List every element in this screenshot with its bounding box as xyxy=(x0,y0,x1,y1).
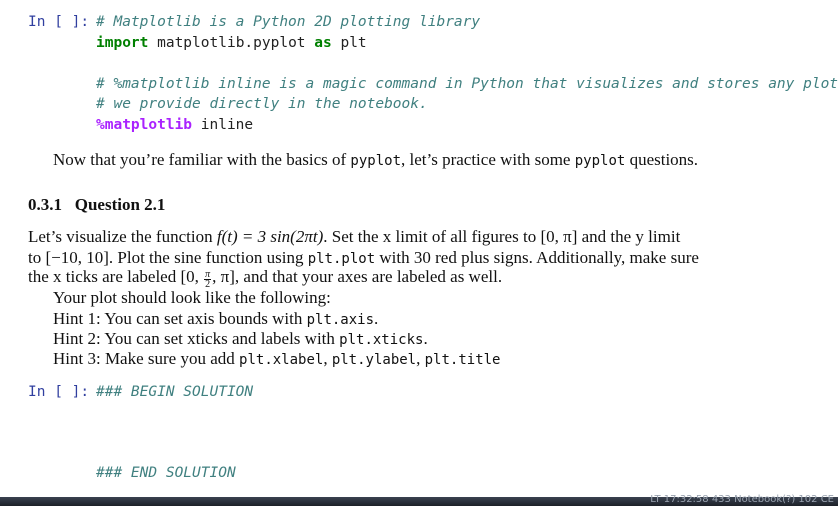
inline-code: plt.ylabel xyxy=(331,352,417,368)
code-comment: # %matplotlib inline is a magic command … xyxy=(96,76,838,92)
code-comment: # we provide directly in the notebook. xyxy=(96,96,428,112)
intro-paragraph: Now that you’re familiar with the basics… xyxy=(53,150,698,170)
hint-2: Hint 2: You can set xticks and labels wi… xyxy=(53,329,428,349)
cell-2-prompt: In [ ]: xyxy=(28,384,90,400)
code-line-4[interactable]: # %matplotlib inline is a magic command … xyxy=(96,76,838,92)
hint-text: . xyxy=(423,329,428,348)
hint-text: Hint 1: You can set axis bounds with xyxy=(53,309,307,328)
inline-code: plt.plot xyxy=(307,251,376,267)
alias-name: plt xyxy=(331,35,367,51)
code-line-begin[interactable]: ### BEGIN SOLUTION xyxy=(96,384,253,400)
question-line-2: to [−10, 10]. Plot the sine function usi… xyxy=(28,248,699,268)
magic-command: %matplotlib xyxy=(96,117,193,133)
question-text: . Plot the sine function using xyxy=(108,248,308,267)
question-text: with 30 red plus signs. Additionally, ma… xyxy=(375,248,699,267)
cell-1-prompt: In [ ]: xyxy=(28,14,90,30)
math-xlim: [0, π] xyxy=(540,227,578,246)
math-xticks-close: , π] xyxy=(212,267,235,286)
inline-code: pyplot xyxy=(574,153,626,169)
hint-text: . xyxy=(374,309,379,328)
keyword-as: as xyxy=(314,35,332,51)
question-text: . Set the x limit of all figures to xyxy=(323,227,541,246)
section-heading: 0.3.1 Question 2.1 xyxy=(28,195,165,215)
math-ylim: [−10, 10] xyxy=(45,248,109,267)
code-line-2[interactable]: import matplotlib.pyplot as plt xyxy=(96,35,367,51)
math-xticks-open: [0, xyxy=(180,267,204,286)
question-text: the x ticks are labeled xyxy=(28,267,181,286)
inline-code: plt.title xyxy=(424,352,501,368)
section-title: Question 2.1 xyxy=(74,195,166,214)
code-comment: ### END SOLUTION xyxy=(96,465,236,481)
taskbar-status-text: LT 17:32:58 433 Notebook(?) 102 CE xyxy=(650,494,834,505)
math-function: f(t) = 3 sin(2πt) xyxy=(216,227,324,246)
hint-1: Hint 1: You can set axis bounds with plt… xyxy=(53,309,378,329)
magic-arg: inline xyxy=(192,117,254,133)
question-text: , and that your axes are labeled as well… xyxy=(234,267,503,286)
inline-code: plt.axis xyxy=(306,312,375,328)
section-number: 0.3.1 xyxy=(28,195,62,214)
code-line-end[interactable]: ### END SOLUTION xyxy=(96,465,236,481)
code-line-1[interactable]: # Matplotlib is a Python 2D plotting lib… xyxy=(96,14,480,30)
inline-code: pyplot xyxy=(350,153,401,169)
inline-code: plt.xlabel xyxy=(239,352,324,368)
question-line-3: the x ticks are labeled [0, π2, π], and … xyxy=(28,267,503,290)
question-text: Let’s visualize the function xyxy=(28,227,217,246)
intro-text: Now that you’re familiar with the basics… xyxy=(53,150,351,169)
question-line-4: Your plot should look like the following… xyxy=(53,288,331,307)
question-text: and the y limit xyxy=(577,227,681,246)
keyword-import: import xyxy=(96,35,149,51)
hint-3: Hint 3: Make sure you add plt.xlabel, pl… xyxy=(53,349,500,369)
code-comment: ### BEGIN SOLUTION xyxy=(96,384,254,400)
inline-code: plt.xticks xyxy=(339,332,424,348)
question-text: to xyxy=(28,248,46,267)
hint-text: Hint 2: You can set xticks and labels wi… xyxy=(53,329,340,348)
hint-text: , xyxy=(416,349,425,368)
hint-text: , xyxy=(323,349,332,368)
hint-text: Hint 3: Make sure you add xyxy=(53,349,240,368)
math-fraction: π2 xyxy=(204,270,212,290)
intro-text: , let’s practice with some xyxy=(401,150,575,169)
intro-text: questions. xyxy=(625,150,699,169)
os-taskbar: LT 17:32:58 433 Notebook(?) 102 CE xyxy=(0,494,838,506)
module-name: matplotlib.pyplot xyxy=(148,35,315,51)
question-line-1: Let’s visualize the function f(t) = 3 si… xyxy=(28,227,680,247)
code-comment: # Matplotlib is a Python 2D plotting lib… xyxy=(96,14,481,30)
code-line-6[interactable]: %matplotlib inline xyxy=(96,117,253,133)
code-line-5[interactable]: # we provide directly in the notebook. xyxy=(96,96,428,112)
